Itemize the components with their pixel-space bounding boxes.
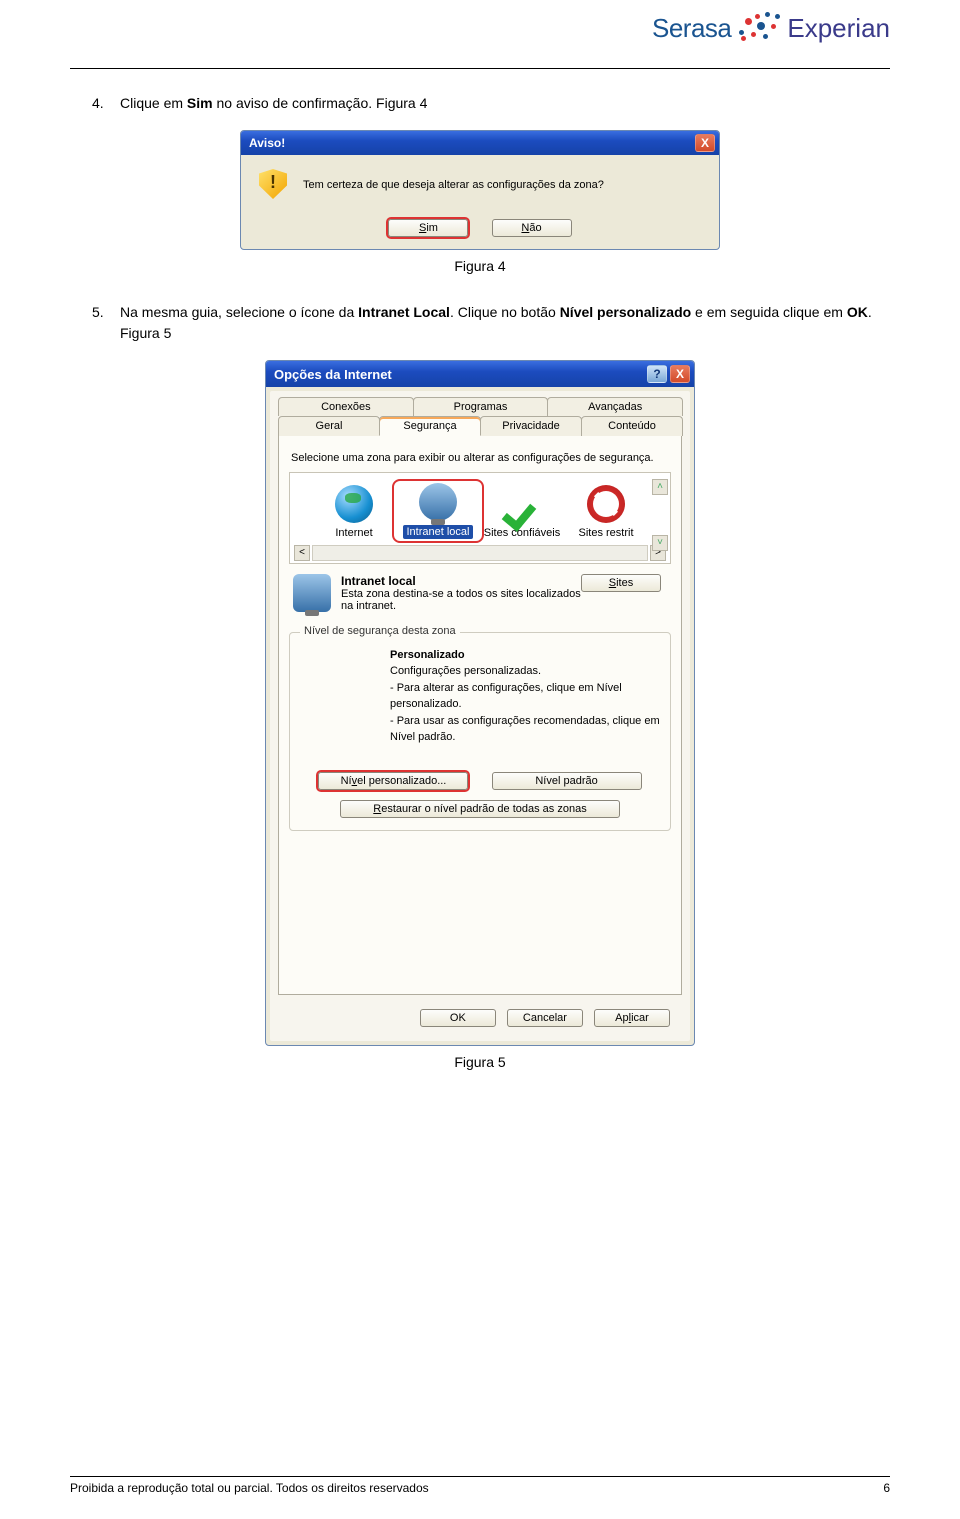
cancel-button[interactable]: Cancelar [507,1009,583,1027]
aviso-body: Tem certeza de que deseja alterar as con… [241,155,719,213]
personalized-title: Personalizado [390,649,660,661]
horizontal-scrollbar[interactable] [312,545,648,561]
fieldset-legend: Nível de segurança desta zona [300,625,460,637]
sim-button[interactable]: Sim [388,219,468,237]
tabs-row-top: Conexões Programas Avançadas [278,397,682,416]
step-4-text: Clique em Sim no aviso de confirmação. F… [120,93,427,114]
restaurar-button[interactable]: Restaurar o nível padrão de todas as zon… [340,800,620,818]
tabs-row-bottom: Geral Segurança Privacidade Conteúdo [278,416,682,436]
security-tabpane: Selecione uma zona para exibir ou altera… [278,435,682,995]
close-icon[interactable]: X [670,365,690,383]
zone-desc-text: Esta zona destina-se a todos os sites lo… [341,588,581,612]
apply-button[interactable]: Aplicar [594,1009,670,1027]
step-5-text: Na mesma guia, selecione o ícone da Intr… [120,302,890,344]
aviso-title: Aviso! [249,136,695,150]
step-5-number: 5. [92,302,120,344]
zone-sites-restritos[interactable]: Sites restrit [564,485,648,539]
tab-conteudo[interactable]: Conteúdo [581,416,683,436]
computer-icon [293,574,331,612]
step-5: 5. Na mesma guia, selecione o ícone da I… [92,302,890,344]
internet-options-dialog: Opções da Internet ? X Conexões Programa… [265,360,695,1046]
aviso-message: Tem certeza de que deseja alterar as con… [303,179,604,191]
brand-logo: Serasa Experian [652,12,890,44]
aviso-titlebar[interactable]: Aviso! X [241,131,719,155]
security-level-fieldset: Nível de segurança desta zona Personaliz… [289,632,671,831]
tab-privacidade[interactable]: Privacidade [480,416,582,436]
figure4-caption: Figura 4 [70,258,890,274]
opts-titlebar[interactable]: Opções da Internet ? X [266,361,694,387]
checkmark-icon [503,485,541,523]
zone-selector: Internet Intranet local Sites confiáveis [289,472,671,564]
logo-experian-text: Experian [787,13,890,44]
ok-button[interactable]: OK [420,1009,496,1027]
nivel-personalizado-button[interactable]: Nível personalizado... [318,772,468,790]
footer-text: Proibida a reprodução total ou parcial. … [70,1481,429,1495]
scroll-left-icon[interactable]: < [294,545,310,561]
header-divider [70,68,890,69]
dialog-footer-buttons: OK Cancelar Aplicar [278,995,682,1033]
zone-sites-confiaveis[interactable]: Sites confiáveis [480,485,564,539]
computer-icon [419,483,457,521]
globe-icon [335,485,373,523]
zone-instruction: Selecione uma zona para exibir ou altera… [291,452,671,464]
opts-title: Opções da Internet [274,367,392,382]
aviso-dialog: Aviso! X Tem certeza de que deseja alter… [240,130,720,250]
nao-button[interactable]: Não [492,219,572,237]
scroll-up-icon[interactable]: ˄ [652,479,668,495]
sites-button[interactable]: Sites [581,574,661,592]
page-footer: Proibida a reprodução total ou parcial. … [70,1476,890,1495]
zone-internet[interactable]: Internet [312,485,396,539]
step-4-number: 4. [92,93,120,114]
zone-description: Intranet local Esta zona destina-se a to… [289,574,671,612]
nivel-padrao-button[interactable]: Nível padrão [492,772,642,790]
close-icon[interactable]: X [695,134,715,152]
figure5-caption: Figura 5 [70,1054,890,1070]
tab-conexoes[interactable]: Conexões [278,397,414,416]
zone-intranet-local[interactable]: Intranet local [396,483,480,539]
prohibited-icon [587,485,625,523]
logo-serasa-text: Serasa [652,13,731,44]
tab-avancadas[interactable]: Avançadas [547,397,683,416]
footer-page-number: 6 [883,1481,890,1495]
zone-title: Intranet local [341,574,581,588]
tab-seguranca[interactable]: Segurança [379,416,481,436]
warning-shield-icon [259,169,291,201]
tab-programas[interactable]: Programas [413,397,549,416]
scroll-down-icon[interactable]: ˅ [652,535,668,551]
help-icon[interactable]: ? [647,365,667,383]
personalized-lines: Configurações personalizadas. - Para alt… [390,663,660,746]
logo-dots-icon [737,12,781,44]
tab-geral[interactable]: Geral [278,416,380,436]
step-4: 4. Clique em Sim no aviso de confirmação… [92,93,890,114]
